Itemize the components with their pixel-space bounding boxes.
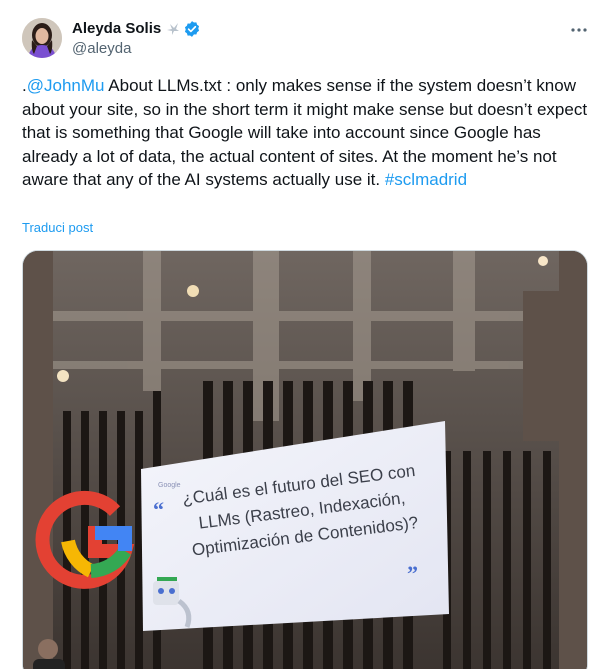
close-quote-icon: ” (407, 561, 418, 586)
author-handle[interactable]: @aleyda (72, 39, 201, 59)
author-names: Aleyda Solis @aleyda (72, 19, 201, 59)
verified-badge-icon[interactable] (183, 20, 201, 38)
hashtag-link[interactable]: #sclmadrid (385, 170, 467, 189)
avatar[interactable] (22, 18, 62, 58)
mention-link[interactable]: @JohnMu (27, 76, 105, 95)
display-name[interactable]: Aleyda Solis (72, 19, 161, 39)
bird-emoji-icon (167, 23, 180, 35)
tweet-text: .@JohnMu About LLMs.txt : only makes sen… (22, 74, 588, 192)
tweet-header: Aleyda Solis @aleyda (22, 16, 591, 60)
more-options-icon[interactable] (569, 20, 589, 40)
tweet-body: About LLMs.txt : only makes sense if the… (22, 76, 588, 189)
open-quote-icon: “ (153, 497, 164, 522)
translate-post-link[interactable]: Traduci post (22, 220, 93, 236)
tweet-photo[interactable]: Google “ ” (22, 250, 588, 669)
name-row: Aleyda Solis (72, 19, 201, 39)
